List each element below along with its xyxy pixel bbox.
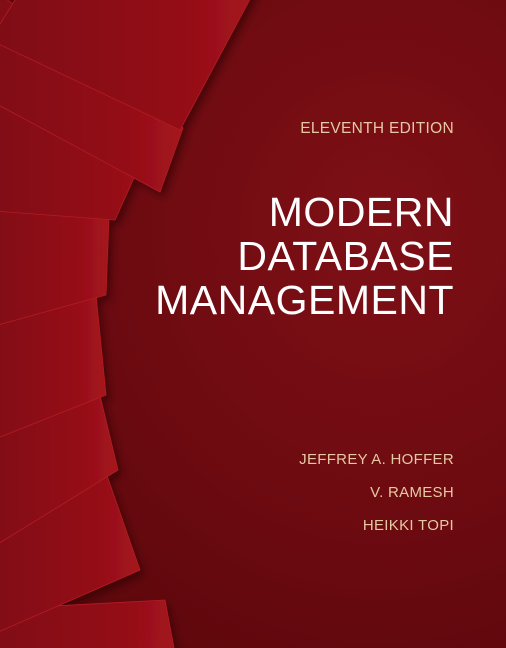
book-title: MODERN DATABASE MANAGEMENT [155,190,454,322]
author-name: JEFFREY A. HOFFER [299,451,454,468]
edition-label: ELEVENTH EDITION [300,120,454,137]
author-name: HEIKKI TOPI [362,517,454,534]
fanned-pages-graphic [0,0,251,648]
title-line: MANAGEMENT [155,277,454,323]
author-list: JEFFREY A. HOFFER V. RAMESH HEIKKI TOPI [299,451,454,550]
book-cover: ELEVENTH EDITION MODERN DATABASE MANAGEM… [0,0,506,648]
title-line: DATABASE [237,233,454,279]
author-name: V. RAMESH [370,484,454,501]
title-line: MODERN [268,189,454,235]
